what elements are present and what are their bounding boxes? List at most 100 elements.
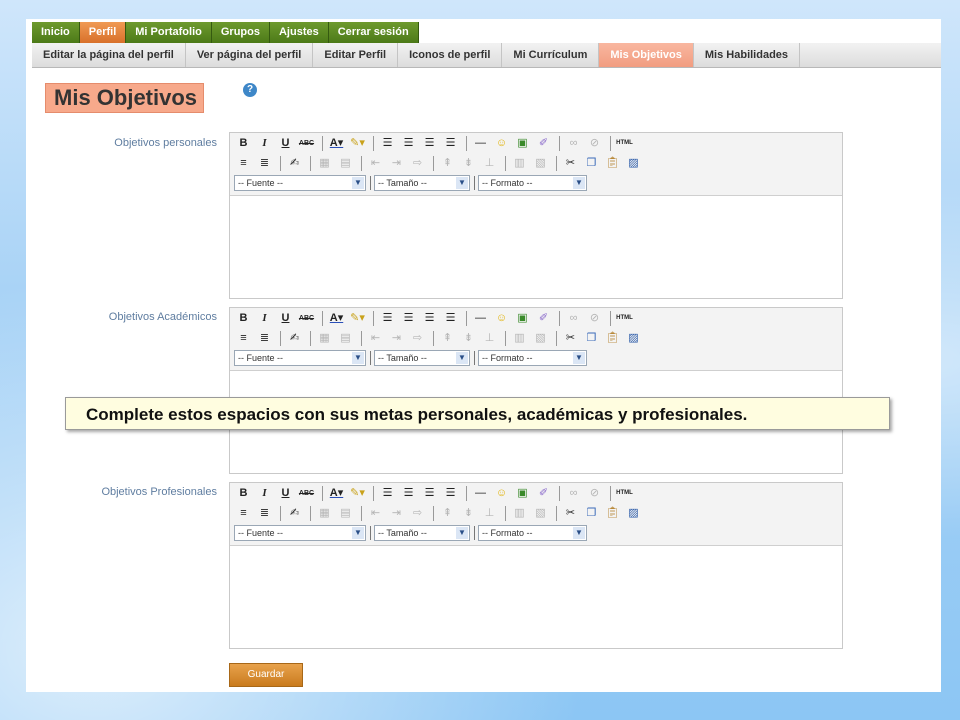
- format-select[interactable]: -- Formato -- ▼: [478, 350, 587, 366]
- nav-cerrar-sesion[interactable]: Cerrar sesión: [328, 22, 419, 43]
- unlink-icon[interactable]: ⊘: [585, 135, 604, 152]
- subtab-ver-pagina[interactable]: Ver página del perfil: [186, 43, 314, 67]
- unlink-icon[interactable]: ⊘: [585, 310, 604, 327]
- align-left-icon[interactable]: ☰: [378, 135, 397, 152]
- subtab-editar-perfil[interactable]: Editar Perfil: [313, 43, 399, 67]
- nav-ajustes[interactable]: Ajustes: [269, 22, 329, 43]
- subtab-iconos-perfil[interactable]: Iconos de perfil: [398, 43, 503, 67]
- html-source-button[interactable]: HTML: [615, 485, 634, 502]
- bold-button[interactable]: B: [234, 135, 253, 152]
- split-cells-icon[interactable]: ▧: [531, 505, 550, 522]
- edit-icon[interactable]: ✍: [285, 155, 304, 172]
- paste-word-icon[interactable]: ▨: [624, 155, 643, 172]
- html-source-button[interactable]: HTML: [615, 310, 634, 327]
- font-select[interactable]: -- Fuente -- ▼: [234, 175, 366, 191]
- cut-icon[interactable]: ✂: [561, 330, 580, 347]
- paste-icon[interactable]: 📋︎: [603, 505, 622, 522]
- subtab-mis-objetivos[interactable]: Mis Objetivos: [599, 43, 694, 67]
- bullet-list-icon[interactable]: ≡: [234, 155, 253, 172]
- delete-row-icon[interactable]: ⇨: [408, 155, 427, 172]
- size-select[interactable]: -- Tamaño -- ▼: [374, 525, 470, 541]
- smiley-icon[interactable]: ☺: [492, 310, 511, 327]
- cleanup-icon[interactable]: ✐: [534, 485, 553, 502]
- paste-icon[interactable]: 📋︎: [603, 330, 622, 347]
- paste-word-icon[interactable]: ▨: [624, 505, 643, 522]
- table-props-icon[interactable]: ▤: [336, 155, 355, 172]
- underline-button[interactable]: U: [276, 135, 295, 152]
- image-icon[interactable]: ▣: [513, 135, 532, 152]
- align-center-icon[interactable]: ☰: [399, 135, 418, 152]
- link-icon[interactable]: ∞: [564, 485, 583, 502]
- table-props-icon[interactable]: ▤: [336, 330, 355, 347]
- numbered-list-icon[interactable]: ≣: [255, 330, 274, 347]
- copy-icon[interactable]: ❐: [582, 155, 601, 172]
- italic-button[interactable]: I: [255, 310, 274, 327]
- font-select[interactable]: -- Fuente -- ▼: [234, 525, 366, 541]
- underline-button[interactable]: U: [276, 310, 295, 327]
- delete-col-icon[interactable]: ⊥: [480, 505, 499, 522]
- italic-button[interactable]: I: [255, 485, 274, 502]
- copy-icon[interactable]: ❐: [582, 330, 601, 347]
- smiley-icon[interactable]: ☺: [492, 485, 511, 502]
- align-left-icon[interactable]: ☰: [378, 485, 397, 502]
- subtab-mis-habilidades[interactable]: Mis Habilidades: [694, 43, 801, 67]
- subtab-editar-pagina[interactable]: Editar la página del perfil: [32, 43, 186, 67]
- merge-cells-icon[interactable]: ▥: [510, 155, 529, 172]
- table-icon[interactable]: ▦: [315, 155, 334, 172]
- cleanup-icon[interactable]: ✐: [534, 310, 553, 327]
- col-after-icon[interactable]: ⇟: [459, 330, 478, 347]
- delete-row-icon[interactable]: ⇨: [408, 330, 427, 347]
- nav-mi-portafolio[interactable]: Mi Portafolio: [126, 22, 212, 43]
- editor-objetivos-personales[interactable]: B I U ABC A▾ ✎▾ ☰ ☰ ☰ ☰ — ☺ ▣ ✐ ∞ ⊘ HTML…: [229, 132, 843, 299]
- paste-icon[interactable]: 📋︎: [603, 155, 622, 172]
- col-before-icon[interactable]: ⇞: [438, 505, 457, 522]
- bullet-list-icon[interactable]: ≡: [234, 330, 253, 347]
- bullet-list-icon[interactable]: ≡: [234, 505, 253, 522]
- delete-col-icon[interactable]: ⊥: [480, 330, 499, 347]
- save-button[interactable]: Guardar: [229, 663, 303, 687]
- merge-cells-icon[interactable]: ▥: [510, 505, 529, 522]
- link-icon[interactable]: ∞: [564, 135, 583, 152]
- unlink-icon[interactable]: ⊘: [585, 485, 604, 502]
- col-after-icon[interactable]: ⇟: [459, 155, 478, 172]
- format-select[interactable]: -- Formato -- ▼: [478, 175, 587, 191]
- table-icon[interactable]: ▦: [315, 505, 334, 522]
- row-before-icon[interactable]: ⇤: [366, 155, 385, 172]
- align-justify-icon[interactable]: ☰: [441, 310, 460, 327]
- merge-cells-icon[interactable]: ▥: [510, 330, 529, 347]
- cut-icon[interactable]: ✂: [561, 505, 580, 522]
- align-right-icon[interactable]: ☰: [420, 135, 439, 152]
- align-justify-icon[interactable]: ☰: [441, 485, 460, 502]
- image-icon[interactable]: ▣: [513, 310, 532, 327]
- highlight-color-icon[interactable]: ✎▾: [348, 310, 367, 327]
- format-select[interactable]: -- Formato -- ▼: [478, 525, 587, 541]
- bold-button[interactable]: B: [234, 310, 253, 327]
- size-select[interactable]: -- Tamaño -- ▼: [374, 175, 470, 191]
- horizontal-rule-icon[interactable]: —: [471, 485, 490, 502]
- align-center-icon[interactable]: ☰: [399, 485, 418, 502]
- font-select[interactable]: -- Fuente -- ▼: [234, 350, 366, 366]
- row-before-icon[interactable]: ⇤: [366, 330, 385, 347]
- horizontal-rule-icon[interactable]: —: [471, 310, 490, 327]
- size-select[interactable]: -- Tamaño -- ▼: [374, 350, 470, 366]
- strike-button[interactable]: ABC: [297, 135, 316, 152]
- row-after-icon[interactable]: ⇥: [387, 505, 406, 522]
- text-color-icon[interactable]: A▾: [327, 310, 346, 327]
- horizontal-rule-icon[interactable]: —: [471, 135, 490, 152]
- highlight-color-icon[interactable]: ✎▾: [348, 135, 367, 152]
- highlight-color-icon[interactable]: ✎▾: [348, 485, 367, 502]
- split-cells-icon[interactable]: ▧: [531, 155, 550, 172]
- editor-objetivos-profesionales[interactable]: B I U ABC A▾ ✎▾ ☰ ☰ ☰ ☰ — ☺ ▣ ✐ ∞ ⊘ HTML…: [229, 482, 843, 649]
- table-props-icon[interactable]: ▤: [336, 505, 355, 522]
- italic-button[interactable]: I: [255, 135, 274, 152]
- html-source-button[interactable]: HTML: [615, 135, 634, 152]
- row-after-icon[interactable]: ⇥: [387, 330, 406, 347]
- smiley-icon[interactable]: ☺: [492, 135, 511, 152]
- align-justify-icon[interactable]: ☰: [441, 135, 460, 152]
- split-cells-icon[interactable]: ▧: [531, 330, 550, 347]
- text-color-icon[interactable]: A▾: [327, 485, 346, 502]
- nav-perfil[interactable]: Perfil: [79, 22, 127, 43]
- editor-objetivos-academicos[interactable]: B I U ABC A▾ ✎▾ ☰ ☰ ☰ ☰ — ☺ ▣ ✐ ∞ ⊘ HTML…: [229, 307, 843, 474]
- help-icon[interactable]: ?: [243, 83, 257, 97]
- link-icon[interactable]: ∞: [564, 310, 583, 327]
